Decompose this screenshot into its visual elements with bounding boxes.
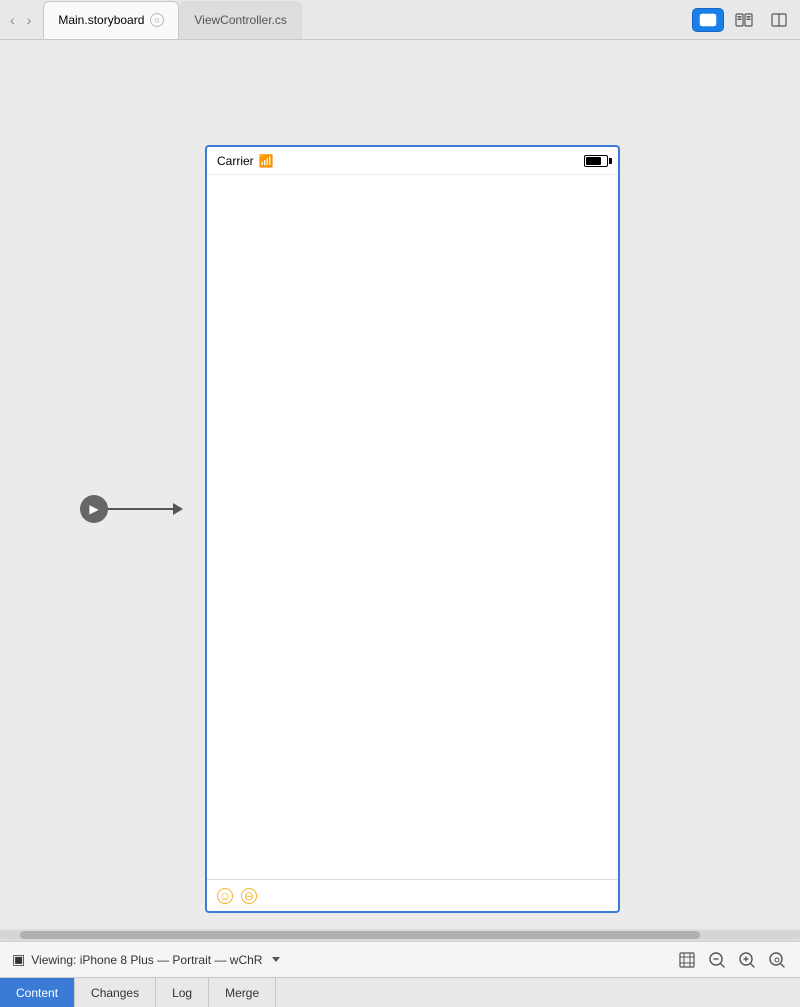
iphone-mockup[interactable]: Carrier 📶 ☺ ⊖ [205,145,620,913]
tab-content-label: Content [16,986,58,1000]
tab-merge-label: Merge [225,986,259,1000]
battery-icon [584,155,608,167]
tab-merge[interactable]: Merge [209,978,276,1007]
toolbar-right [692,8,794,32]
nav-forward-button[interactable]: › [23,10,36,30]
tab-main-storyboard-close[interactable]: ○ [150,13,164,27]
nav-back-button[interactable]: ‹ [6,10,19,30]
tab-changes-label: Changes [91,986,139,1000]
zoom-fit-button[interactable] [676,949,698,971]
arrow-line [108,508,173,510]
assistant-editor-button[interactable] [728,8,760,32]
scrollbar-track [0,931,800,939]
bottom-status-bar: ▣ Viewing: iPhone 8 Plus — Portrait — wC… [0,941,800,977]
entry-arrow [108,503,183,515]
status-left: Carrier 📶 [217,154,274,168]
tab-viewcontroller[interactable]: ViewController.cs [179,1,301,39]
status-bar: Carrier 📶 [207,147,618,175]
zoom-in-button[interactable] [736,949,758,971]
bottom-icon-2: ⊖ [241,888,257,904]
tab-viewcontroller-label: ViewController.cs [194,13,286,27]
scrollbar-thumb[interactable] [20,931,700,939]
canvas-area[interactable]: ▶ Carrier 📶 [0,40,800,929]
bottom-tabs: Content Changes Log Merge [0,977,800,1007]
zoom-out-button[interactable] [706,949,728,971]
battery-fill [586,157,601,165]
entry-point: ▶ [80,495,183,523]
tab-main-storyboard-label: Main.storyboard [58,13,144,27]
arrow-head [173,503,183,515]
device-label: Viewing: iPhone 8 Plus — Portrait — wChR [31,953,262,967]
iphone-bottom-bar: ☺ ⊖ [207,879,618,911]
device-info: ▣ Viewing: iPhone 8 Plus — Portrait — wC… [12,951,280,968]
tab-bar: ‹ › Main.storyboard ○ ViewController.cs [0,0,800,40]
device-icon: ▣ [12,951,25,968]
carrier-label: Carrier [217,154,254,168]
entry-arrow-icon: ▶ [89,502,98,516]
layout-button[interactable] [764,8,794,32]
tab-main-storyboard[interactable]: Main.storyboard ○ [43,1,179,39]
tab-log[interactable]: Log [156,978,209,1007]
bottom-icon-1: ☺ [217,888,233,904]
storyboard-canvas[interactable]: ▶ Carrier 📶 [0,40,800,929]
tab-log-label: Log [172,986,192,1000]
zoom-controls [676,949,788,971]
device-dropdown-arrow[interactable] [272,957,280,962]
tab-nav-buttons: ‹ › [6,10,35,30]
wifi-icon: 📶 [259,154,274,168]
zoom-percent-button[interactable] [766,949,788,971]
tab-changes[interactable]: Changes [75,978,156,1007]
entry-circle-icon: ▶ [80,495,108,523]
standard-editor-button[interactable] [692,8,724,32]
view-content[interactable] [207,175,618,879]
horizontal-scrollbar[interactable] [0,929,800,941]
tab-content[interactable]: Content [0,978,75,1007]
